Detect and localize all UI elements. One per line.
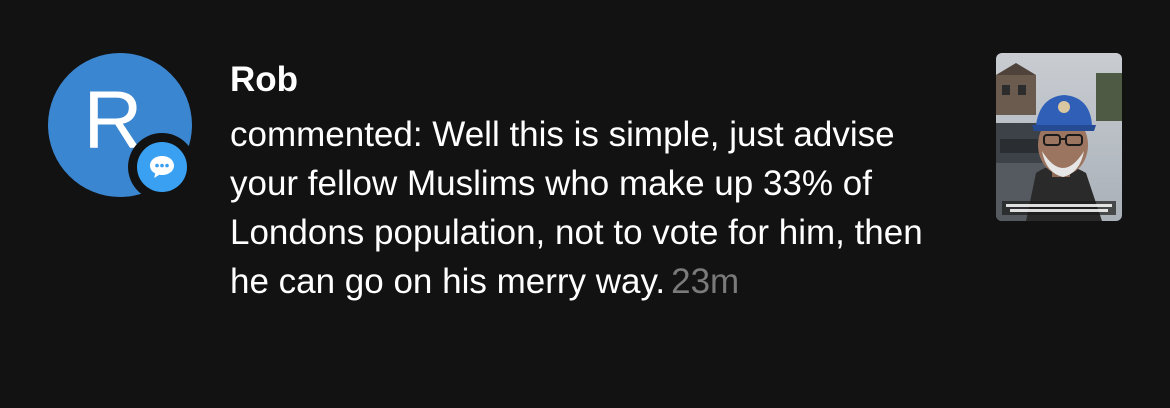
notification-text: Rob commented: Well this is simple, just…	[230, 58, 950, 306]
comment-badge	[128, 133, 196, 201]
username[interactable]: Rob	[230, 58, 950, 102]
video-thumbnail[interactable]	[996, 53, 1122, 221]
comment-body: commented: Well this is simple, just adv…	[230, 110, 930, 306]
comment-notification[interactable]: R Rob commented: Well this is simple, ju…	[0, 0, 1170, 408]
comment-bubble-icon	[137, 142, 187, 192]
comment-text: commented: Well this is simple, just adv…	[230, 115, 923, 301]
timestamp: 23m	[671, 262, 740, 301]
